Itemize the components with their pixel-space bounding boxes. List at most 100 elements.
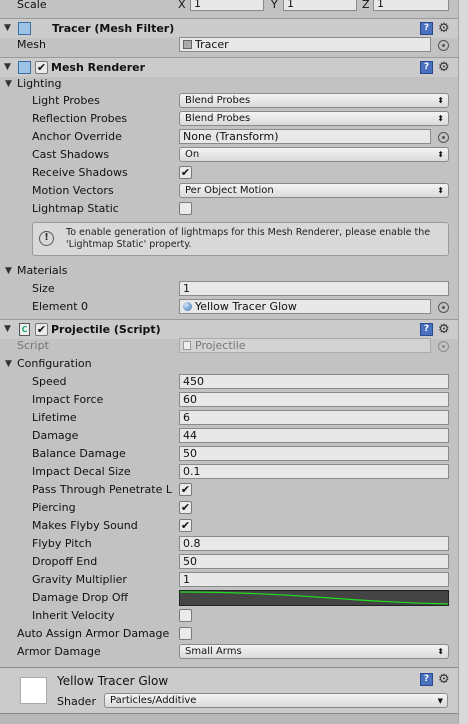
mesh-asset-icon	[183, 40, 192, 49]
bottom-strip	[0, 714, 458, 724]
element0-label: Element 0	[32, 300, 89, 313]
cast-shadows-value: On	[185, 149, 200, 160]
piercing-row: Piercing ✔	[0, 499, 458, 517]
mesh-filter-header[interactable]: ▼ Tracer (Mesh Filter) ? ⚙	[0, 18, 458, 38]
damage-dropoff-curve[interactable]	[179, 590, 449, 606]
flyby-sound-label: Makes Flyby Sound	[32, 519, 138, 532]
gear-icon[interactable]: ⚙	[438, 22, 450, 35]
receive-shadows-row: Receive Shadows ✔	[0, 164, 458, 182]
lifetime-label: Lifetime	[32, 411, 77, 424]
mesh-field[interactable]: Tracer	[179, 37, 431, 52]
dropoff-end-field[interactable]: 50	[179, 554, 449, 569]
armor-damage-dropdown[interactable]: Small Arms ⬍	[179, 644, 449, 659]
scale-z-field[interactable]: 1	[373, 0, 449, 11]
help-line-2: 'Lightmap Static' property.	[66, 239, 192, 250]
fold-arrow-icon[interactable]: ▼	[5, 359, 12, 369]
receive-shadows-checkbox[interactable]: ✔	[179, 166, 192, 179]
lifetime-field[interactable]: 6	[179, 410, 449, 425]
pass-through-checkbox[interactable]: ✔	[179, 483, 192, 496]
balance-damage-row: Balance Damage 50	[0, 445, 458, 463]
help-icon[interactable]: ?	[420, 673, 433, 686]
gravity-row: Gravity Multiplier 1	[0, 571, 458, 589]
mesh-label: Mesh	[17, 38, 46, 51]
scale-row: Scale X 1 Y 1 Z 1	[0, 0, 458, 18]
mesh-renderer-title: Mesh Renderer	[51, 61, 146, 74]
anchor-override-label: Anchor Override	[32, 130, 122, 143]
object-picker-icon[interactable]	[438, 40, 449, 51]
flyby-sound-checkbox[interactable]: ✔	[179, 519, 192, 532]
mesh-renderer-header[interactable]: ▼ ✔ Mesh Renderer ? ⚙	[0, 57, 458, 77]
dropdown-arrow-icon: ▼	[437, 697, 443, 705]
cast-shadows-label: Cast Shadows	[32, 148, 110, 161]
help-icon[interactable]: ?	[420, 22, 433, 35]
flyby-pitch-field[interactable]: 0.8	[179, 536, 449, 551]
armor-damage-value: Small Arms	[185, 646, 242, 657]
motion-vectors-value: Per Object Motion	[185, 185, 274, 196]
receive-shadows-label: Receive Shadows	[32, 166, 128, 179]
help-icon[interactable]: ?	[420, 61, 433, 74]
element0-value: Yellow Tracer Glow	[195, 300, 297, 313]
flyby-pitch-row: Flyby Pitch 0.8	[0, 535, 458, 553]
fold-arrow-icon[interactable]: ▼	[4, 324, 11, 334]
fold-arrow-icon[interactable]: ▼	[4, 23, 11, 33]
gear-icon[interactable]: ⚙	[438, 61, 450, 74]
fold-arrow-icon[interactable]: ▼	[5, 79, 12, 89]
script-row: Script Projectile	[0, 337, 458, 355]
mesh-value: Tracer	[195, 38, 229, 51]
anchor-override-field[interactable]: None (Transform)	[179, 129, 431, 144]
lightmap-static-checkbox[interactable]	[179, 202, 192, 215]
lightmap-static-row: Lightmap Static	[0, 200, 458, 218]
lighting-foldout[interactable]: ▼ Lighting	[0, 75, 458, 93]
impact-decal-row: Impact Decal Size 0.1	[0, 463, 458, 481]
materials-size-field[interactable]: 1	[179, 281, 449, 296]
scale-x-field[interactable]: 1	[190, 0, 264, 11]
object-picker-icon[interactable]	[438, 302, 449, 313]
impact-force-field[interactable]: 60	[179, 392, 449, 407]
mesh-renderer-enabled-checkbox[interactable]: ✔	[35, 61, 48, 74]
piercing-checkbox[interactable]: ✔	[179, 501, 192, 514]
dropoff-end-label: Dropoff End	[32, 555, 98, 568]
element0-field[interactable]: Yellow Tracer Glow	[179, 299, 431, 314]
damage-field[interactable]: 44	[179, 428, 449, 443]
damage-dropoff-label: Damage Drop Off	[32, 591, 129, 604]
fold-arrow-icon[interactable]: ▼	[4, 62, 11, 72]
reflection-probes-dropdown[interactable]: Blend Probes ⬍	[179, 111, 449, 126]
fold-arrow-icon[interactable]: ▼	[5, 266, 12, 276]
gravity-field[interactable]: 1	[179, 572, 449, 587]
anchor-override-row: Anchor Override None (Transform)	[0, 128, 458, 146]
impact-force-label: Impact Force	[32, 393, 104, 406]
motion-vectors-dropdown[interactable]: Per Object Motion ⬍	[179, 183, 449, 198]
auto-assign-checkbox[interactable]	[179, 627, 192, 640]
material-preview[interactable]	[20, 677, 47, 704]
light-probes-dropdown[interactable]: Blend Probes ⬍	[179, 93, 449, 108]
damage-row: Damage 44	[0, 427, 458, 445]
light-probes-label: Light Probes	[32, 94, 100, 107]
gear-icon[interactable]: ⚙	[438, 323, 450, 336]
scale-y-label[interactable]: Y	[271, 0, 278, 11]
piercing-label: Piercing	[32, 501, 76, 514]
speed-field[interactable]: 450	[179, 374, 449, 389]
shader-value: Particles/Additive	[110, 695, 197, 706]
scale-z-label[interactable]: Z	[362, 0, 370, 11]
projectile-enabled-checkbox[interactable]: ✔	[35, 323, 48, 336]
scale-y-field[interactable]: 1	[283, 0, 357, 11]
balance-damage-field[interactable]: 50	[179, 446, 449, 461]
shader-dropdown[interactable]: Particles/Additive ▼	[104, 693, 448, 708]
help-icon[interactable]: ?	[420, 323, 433, 336]
light-probes-row: Light Probes Blend Probes ⬍	[0, 92, 458, 110]
vertical-scrollbar[interactable]	[458, 0, 468, 724]
inherit-velocity-checkbox[interactable]	[179, 609, 192, 622]
configuration-foldout[interactable]: ▼ Configuration	[0, 355, 458, 373]
object-picker-icon[interactable]	[438, 132, 449, 143]
projectile-header[interactable]: ▼ C ✔ Projectile (Script) ? ⚙	[0, 319, 458, 339]
materials-label: Materials	[17, 264, 68, 277]
dropdown-arrow-icon: ⬍	[437, 647, 444, 656]
scale-x-label[interactable]: X	[178, 0, 186, 11]
gear-icon[interactable]: ⚙	[438, 673, 450, 686]
materials-size-row: Size 1	[0, 280, 458, 298]
impact-decal-field[interactable]: 0.1	[179, 464, 449, 479]
cast-shadows-dropdown[interactable]: On ⬍	[179, 147, 449, 162]
inherit-velocity-row: Inherit Velocity	[0, 607, 458, 625]
materials-foldout[interactable]: ▼ Materials	[0, 262, 458, 280]
lighting-label: Lighting	[17, 77, 62, 90]
